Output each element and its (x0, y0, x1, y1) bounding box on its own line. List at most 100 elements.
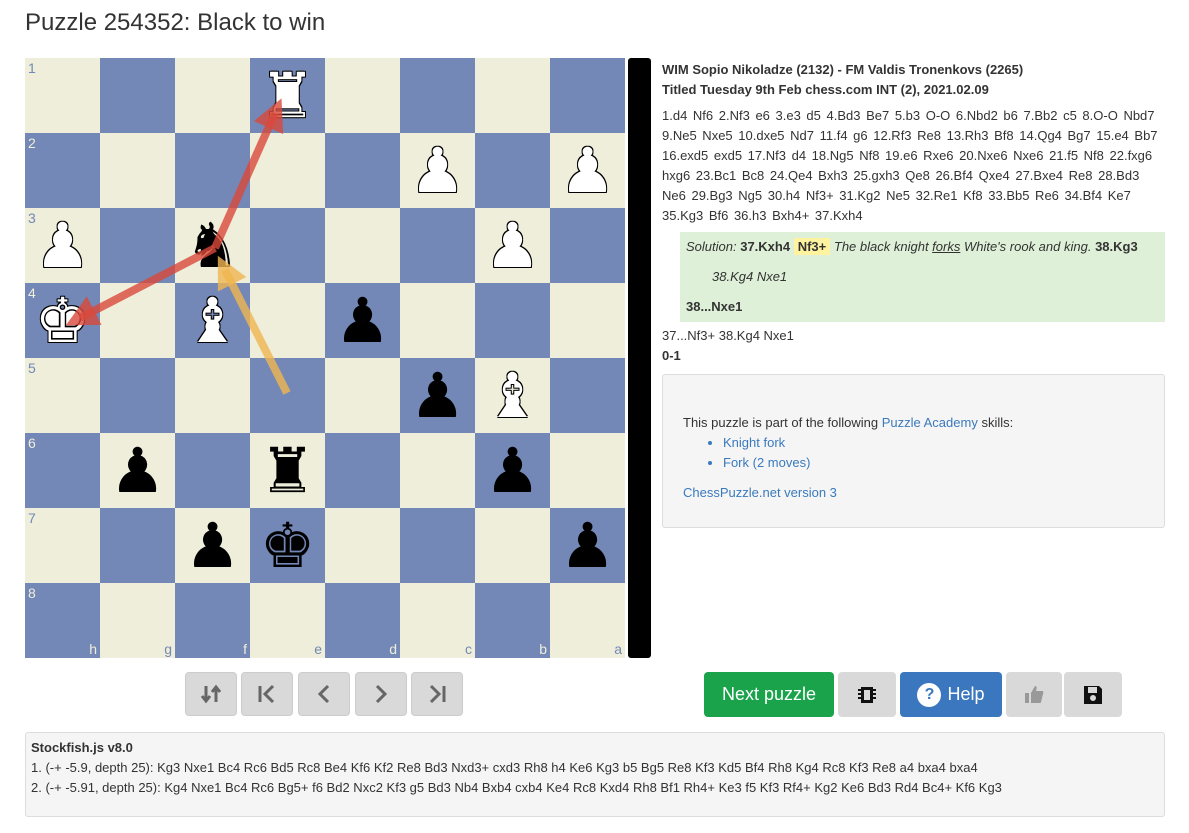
board-square[interactable] (325, 58, 400, 133)
board-square[interactable] (400, 208, 475, 283)
board-square[interactable] (250, 283, 325, 358)
board-square[interactable]: ♟ (400, 133, 475, 208)
solution-move[interactable]: 38.Kg3 (1095, 239, 1138, 254)
board-square[interactable] (250, 208, 325, 283)
board-square[interactable] (550, 358, 625, 433)
white-bishop-icon[interactable]: ♝ (175, 283, 250, 358)
save-button[interactable] (1064, 672, 1122, 717)
board-square[interactable]: ♚ (250, 508, 325, 583)
board-square[interactable]: ♞ (175, 208, 250, 283)
board-square[interactable]: ♝ (175, 283, 250, 358)
board-square[interactable]: ♜ (250, 58, 325, 133)
solution-final-move[interactable]: 38...Nxe1 (686, 297, 1159, 317)
first-move-button[interactable] (241, 672, 293, 716)
white-rook-icon[interactable]: ♜ (250, 58, 325, 133)
board-square[interactable] (400, 433, 475, 508)
black-pawn-icon[interactable]: ♟ (400, 358, 475, 433)
version-link[interactable]: ChessPuzzle.net version 3 (683, 483, 1144, 503)
board-square[interactable] (550, 433, 625, 508)
board-square[interactable] (100, 208, 175, 283)
board-square[interactable]: 1 (25, 58, 100, 133)
board-square[interactable]: a (550, 583, 625, 658)
board-square[interactable]: 4 ♚ (25, 283, 100, 358)
board-square[interactable]: 5 (25, 358, 100, 433)
board-square[interactable] (100, 133, 175, 208)
black-rook-icon[interactable]: ♜ (250, 433, 325, 508)
board-square[interactable]: f (175, 583, 250, 658)
white-pawn-icon[interactable]: ♟ (475, 208, 550, 283)
board-square[interactable] (325, 433, 400, 508)
board-square[interactable]: g (100, 583, 175, 658)
black-pawn-icon[interactable]: ♟ (475, 433, 550, 508)
white-king-icon[interactable]: ♚ (25, 283, 100, 358)
board-square[interactable] (100, 508, 175, 583)
board-square[interactable] (100, 58, 175, 133)
board-square[interactable] (475, 283, 550, 358)
board-square[interactable]: ♟ (550, 133, 625, 208)
white-bishop-icon[interactable]: ♝ (475, 358, 550, 433)
black-king-icon[interactable]: ♚ (250, 508, 325, 583)
board-square[interactable] (400, 58, 475, 133)
board-square[interactable] (550, 58, 625, 133)
board-square[interactable]: ♟ (550, 508, 625, 583)
board-square[interactable]: 8h (25, 583, 100, 658)
previous-move-button[interactable] (298, 672, 350, 716)
board-square[interactable]: 2 (25, 133, 100, 208)
white-pawn-icon[interactable]: ♟ (550, 133, 625, 208)
board-square[interactable] (100, 358, 175, 433)
board-square[interactable] (400, 508, 475, 583)
board-square[interactable] (550, 208, 625, 283)
board-square[interactable] (175, 133, 250, 208)
next-puzzle-button[interactable]: Next puzzle (704, 672, 834, 717)
board-square[interactable]: ♟ (175, 508, 250, 583)
board-square[interactable] (100, 283, 175, 358)
engine-button[interactable] (838, 672, 896, 717)
board-square[interactable] (475, 58, 550, 133)
black-pawn-icon[interactable]: ♟ (550, 508, 625, 583)
board-square[interactable]: ♟ (475, 208, 550, 283)
next-move-button[interactable] (355, 672, 407, 716)
like-button[interactable] (1006, 672, 1062, 717)
board-square[interactable]: ♜ (250, 433, 325, 508)
board-square[interactable] (325, 208, 400, 283)
board-square[interactable] (550, 283, 625, 358)
board-square[interactable]: ♟ (100, 433, 175, 508)
board-square[interactable] (325, 358, 400, 433)
board-square[interactable] (175, 358, 250, 433)
board-square[interactable] (325, 508, 400, 583)
key-move[interactable]: Nf3+ (793, 238, 831, 255)
board-square[interactable]: 3 ♟ (25, 208, 100, 283)
white-pawn-icon[interactable]: ♟ (25, 208, 100, 283)
black-pawn-icon[interactable]: ♟ (175, 508, 250, 583)
white-pawn-icon[interactable]: ♟ (400, 133, 475, 208)
board-square[interactable] (475, 133, 550, 208)
board-square[interactable]: ♟ (475, 433, 550, 508)
chess-board[interactable]: 1 ♜ 2 ♟ ♟ 3 ♟ ♞ ♟ 4 ♚ ♝ ♟ 5 ♟ ♝ 6 ♟ ♜ ♟ 7 ♟ ♚ ♟ 8 h g f e d c b a (25, 58, 625, 658)
board-square[interactable]: b (475, 583, 550, 658)
board-square[interactable]: e (250, 583, 325, 658)
flip-board-button[interactable] (185, 672, 237, 716)
board-square[interactable] (250, 358, 325, 433)
puzzle-academy-link[interactable]: Puzzle Academy (882, 415, 978, 430)
solution-variation[interactable]: 38.Kg4 Nxe1 (712, 267, 1159, 287)
board-square[interactable] (475, 508, 550, 583)
black-pawn-icon[interactable]: ♟ (100, 433, 175, 508)
board-square[interactable] (175, 58, 250, 133)
solution-move[interactable]: 37.Kxh4 (740, 239, 790, 254)
black-knight-icon[interactable]: ♞ (175, 208, 250, 283)
board-square[interactable]: ♝ (475, 358, 550, 433)
skill-item[interactable]: Fork (2 moves) (723, 453, 1144, 473)
board-square[interactable]: 7 (25, 508, 100, 583)
board-square[interactable]: 6 (25, 433, 100, 508)
help-button[interactable]: ? Help (900, 672, 1002, 717)
after-moves[interactable]: 37...Nf3+ 38.Kg4 Nxe1 (662, 326, 1165, 346)
board-square[interactable]: ♟ (325, 283, 400, 358)
board-square[interactable] (175, 433, 250, 508)
board-square[interactable] (250, 133, 325, 208)
last-move-button[interactable] (411, 672, 463, 716)
board-square[interactable]: c (400, 583, 475, 658)
skill-item[interactable]: Knight fork (723, 433, 1144, 453)
board-square[interactable] (400, 283, 475, 358)
board-square[interactable]: ♟ (400, 358, 475, 433)
forks-link[interactable]: forks (932, 239, 960, 254)
